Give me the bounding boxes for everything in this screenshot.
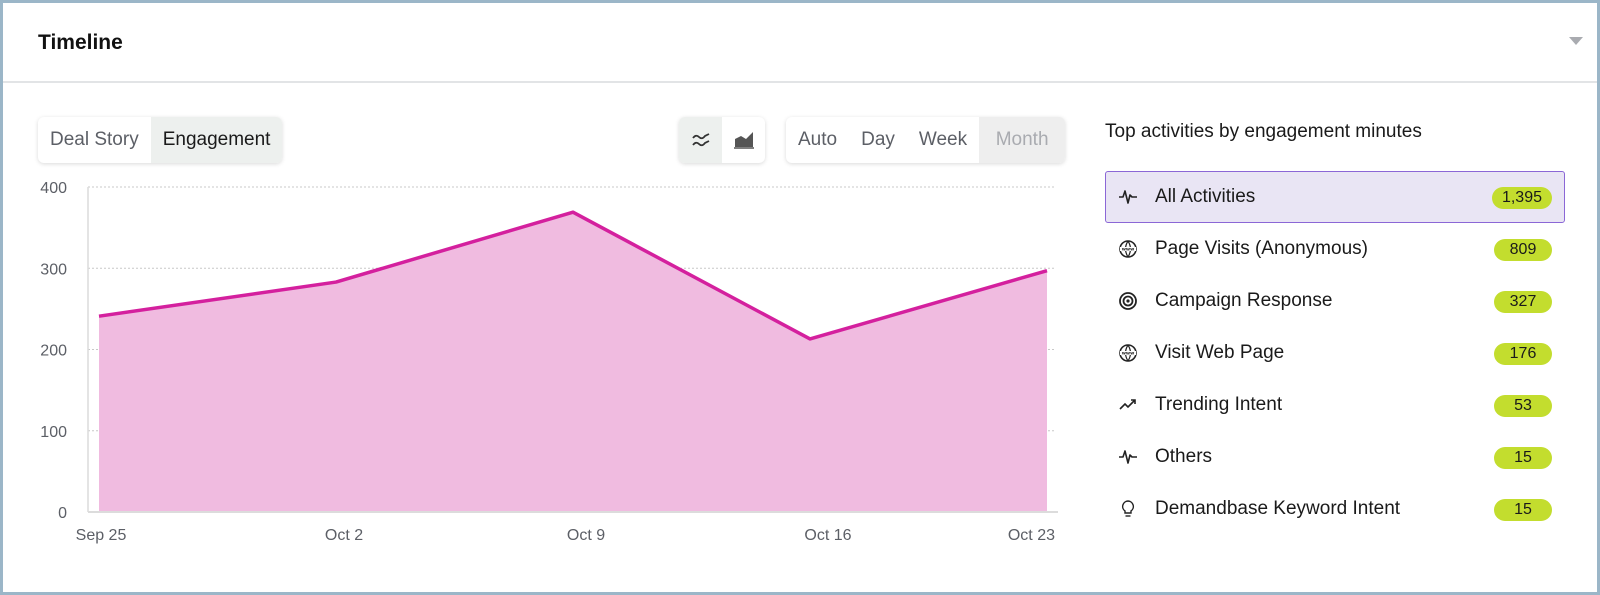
activities-panel: Top activities by engagement minutes All… [1105,121,1565,535]
activity-label: Page Visits (Anonymous) [1155,238,1368,259]
pulse-icon [1118,447,1138,467]
period-day[interactable]: Day [849,117,907,163]
engagement-chart: 0 100 200 300 400 Sep 25 Oct 2 Oct 9 Oct 16 Oct 2… [3,173,1093,573]
activity-count-badge: 1,395 [1491,187,1552,209]
www-globe-icon: www [1118,239,1138,259]
y-tick-label: 200 [40,343,67,360]
area-chart-button[interactable] [722,117,765,163]
period-week[interactable]: Week [907,117,979,163]
pulse-icon [1118,187,1138,207]
activities-list: All Activities 1,395 www Page Visits (Anony… [1105,171,1565,535]
tab-deal-story[interactable]: Deal Story [38,117,151,163]
tab-engagement[interactable]: Engagement [150,117,283,163]
activity-label: All Activities [1155,186,1256,207]
period-month[interactable]: Month [979,117,1066,163]
period-auto[interactable]: Auto [786,117,849,163]
line-chart-button[interactable] [679,117,722,163]
panel-title: Timeline [38,31,123,54]
x-tick-label: Oct 16 [804,527,851,544]
activity-item[interactable]: Campaign Response 327 [1105,275,1565,327]
activity-item[interactable]: All Activities 1,395 [1105,171,1565,223]
activity-count-badge: 15 [1494,499,1552,521]
activity-count-badge: 809 [1494,239,1552,261]
y-tick-label: 400 [40,180,67,197]
timeline-panel: Timeline Deal Story Engagement Auto Day … [3,3,1597,592]
activity-label: Demandbase Keyword Intent [1155,498,1401,519]
caret-down-icon[interactable] [1569,37,1583,45]
chart-type-toggle [679,117,765,163]
y-tick-label: 300 [40,261,67,278]
area-fill [99,212,1047,512]
activity-count-badge: 327 [1494,291,1552,313]
view-tabs: Deal Story Engagement [38,117,283,163]
svg-text:www: www [1122,352,1134,357]
activity-item[interactable]: Others 15 [1105,431,1565,483]
www-globe-icon: www [1118,343,1138,363]
x-tick-label: Oct 9 [567,527,605,544]
x-tick-label: Oct 23 [1008,527,1055,544]
activity-label: Visit Web Page [1155,342,1285,363]
activity-count-badge: 176 [1494,343,1552,365]
activity-label: Others [1155,446,1213,467]
target-icon [1118,291,1138,311]
activity-item[interactable]: www Visit Web Page 176 [1105,327,1565,379]
panel-header: Timeline [3,3,1597,83]
y-tick-label: 100 [40,424,67,441]
chart-svg: 0 100 200 300 400 Sep 25 Oct 2 Oct 9 Oct 16 Oct 2… [40,180,1058,544]
activities-title: Top activities by engagement minutes [1105,121,1422,142]
area-chart-icon [733,132,754,149]
activity-count-badge: 53 [1494,395,1552,417]
activity-item[interactable]: www Page Visits (Anonymous) 809 [1105,223,1565,275]
svg-text:www: www [1122,248,1134,253]
activity-count-badge: 15 [1494,447,1552,469]
y-tick-label: 0 [58,505,67,522]
activity-item[interactable]: Demandbase Keyword Intent 15 [1105,483,1565,535]
x-tick-label: Sep 25 [76,527,127,544]
trending-up-icon [1118,395,1138,415]
activity-label: Campaign Response [1155,290,1333,311]
x-tick-label: Oct 2 [325,527,363,544]
lightbulb-icon [1118,499,1138,519]
activity-label: Trending Intent [1155,394,1283,415]
period-selector: Auto Day Week Month [786,117,1066,163]
activity-item[interactable]: Trending Intent 53 [1105,379,1565,431]
line-chart-icon [691,133,709,147]
